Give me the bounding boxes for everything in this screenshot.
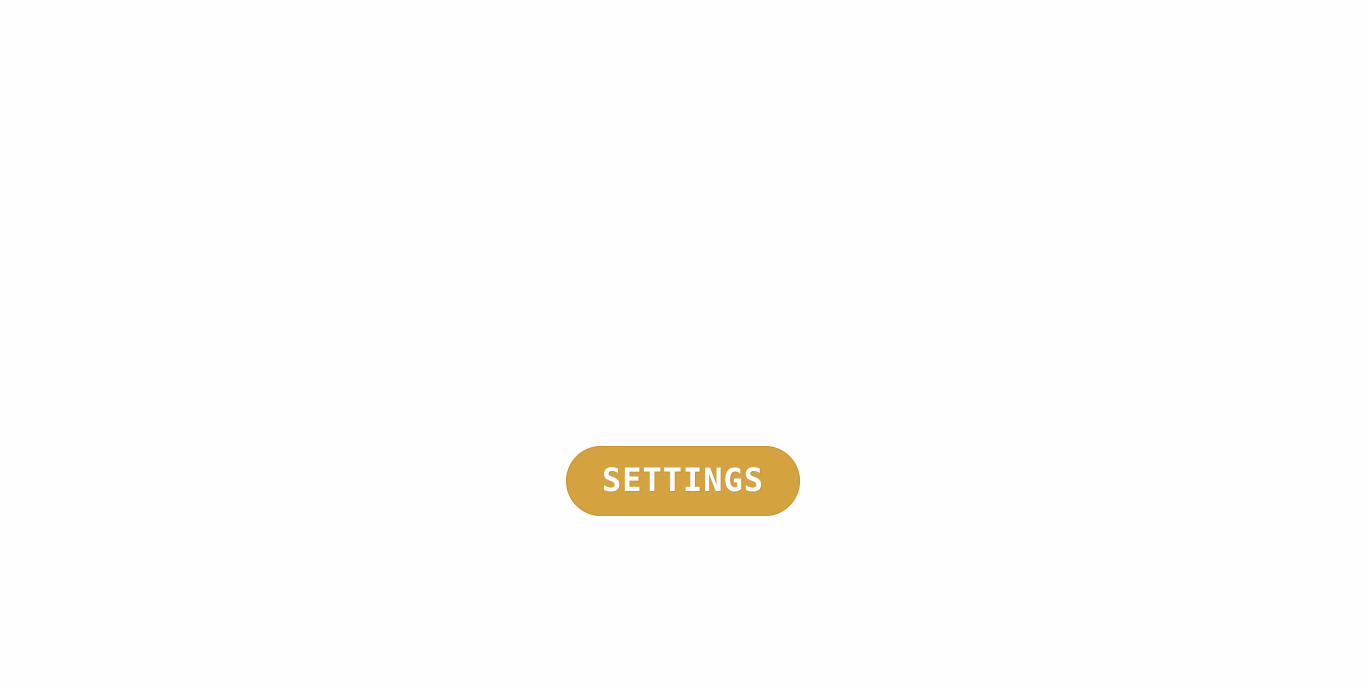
- settings-button[interactable]: SETTINGS: [566, 446, 800, 516]
- settings-button-label: SETTINGS: [601, 460, 765, 499]
- game-menu-screen: SETTINGS: [0, 0, 1366, 683]
